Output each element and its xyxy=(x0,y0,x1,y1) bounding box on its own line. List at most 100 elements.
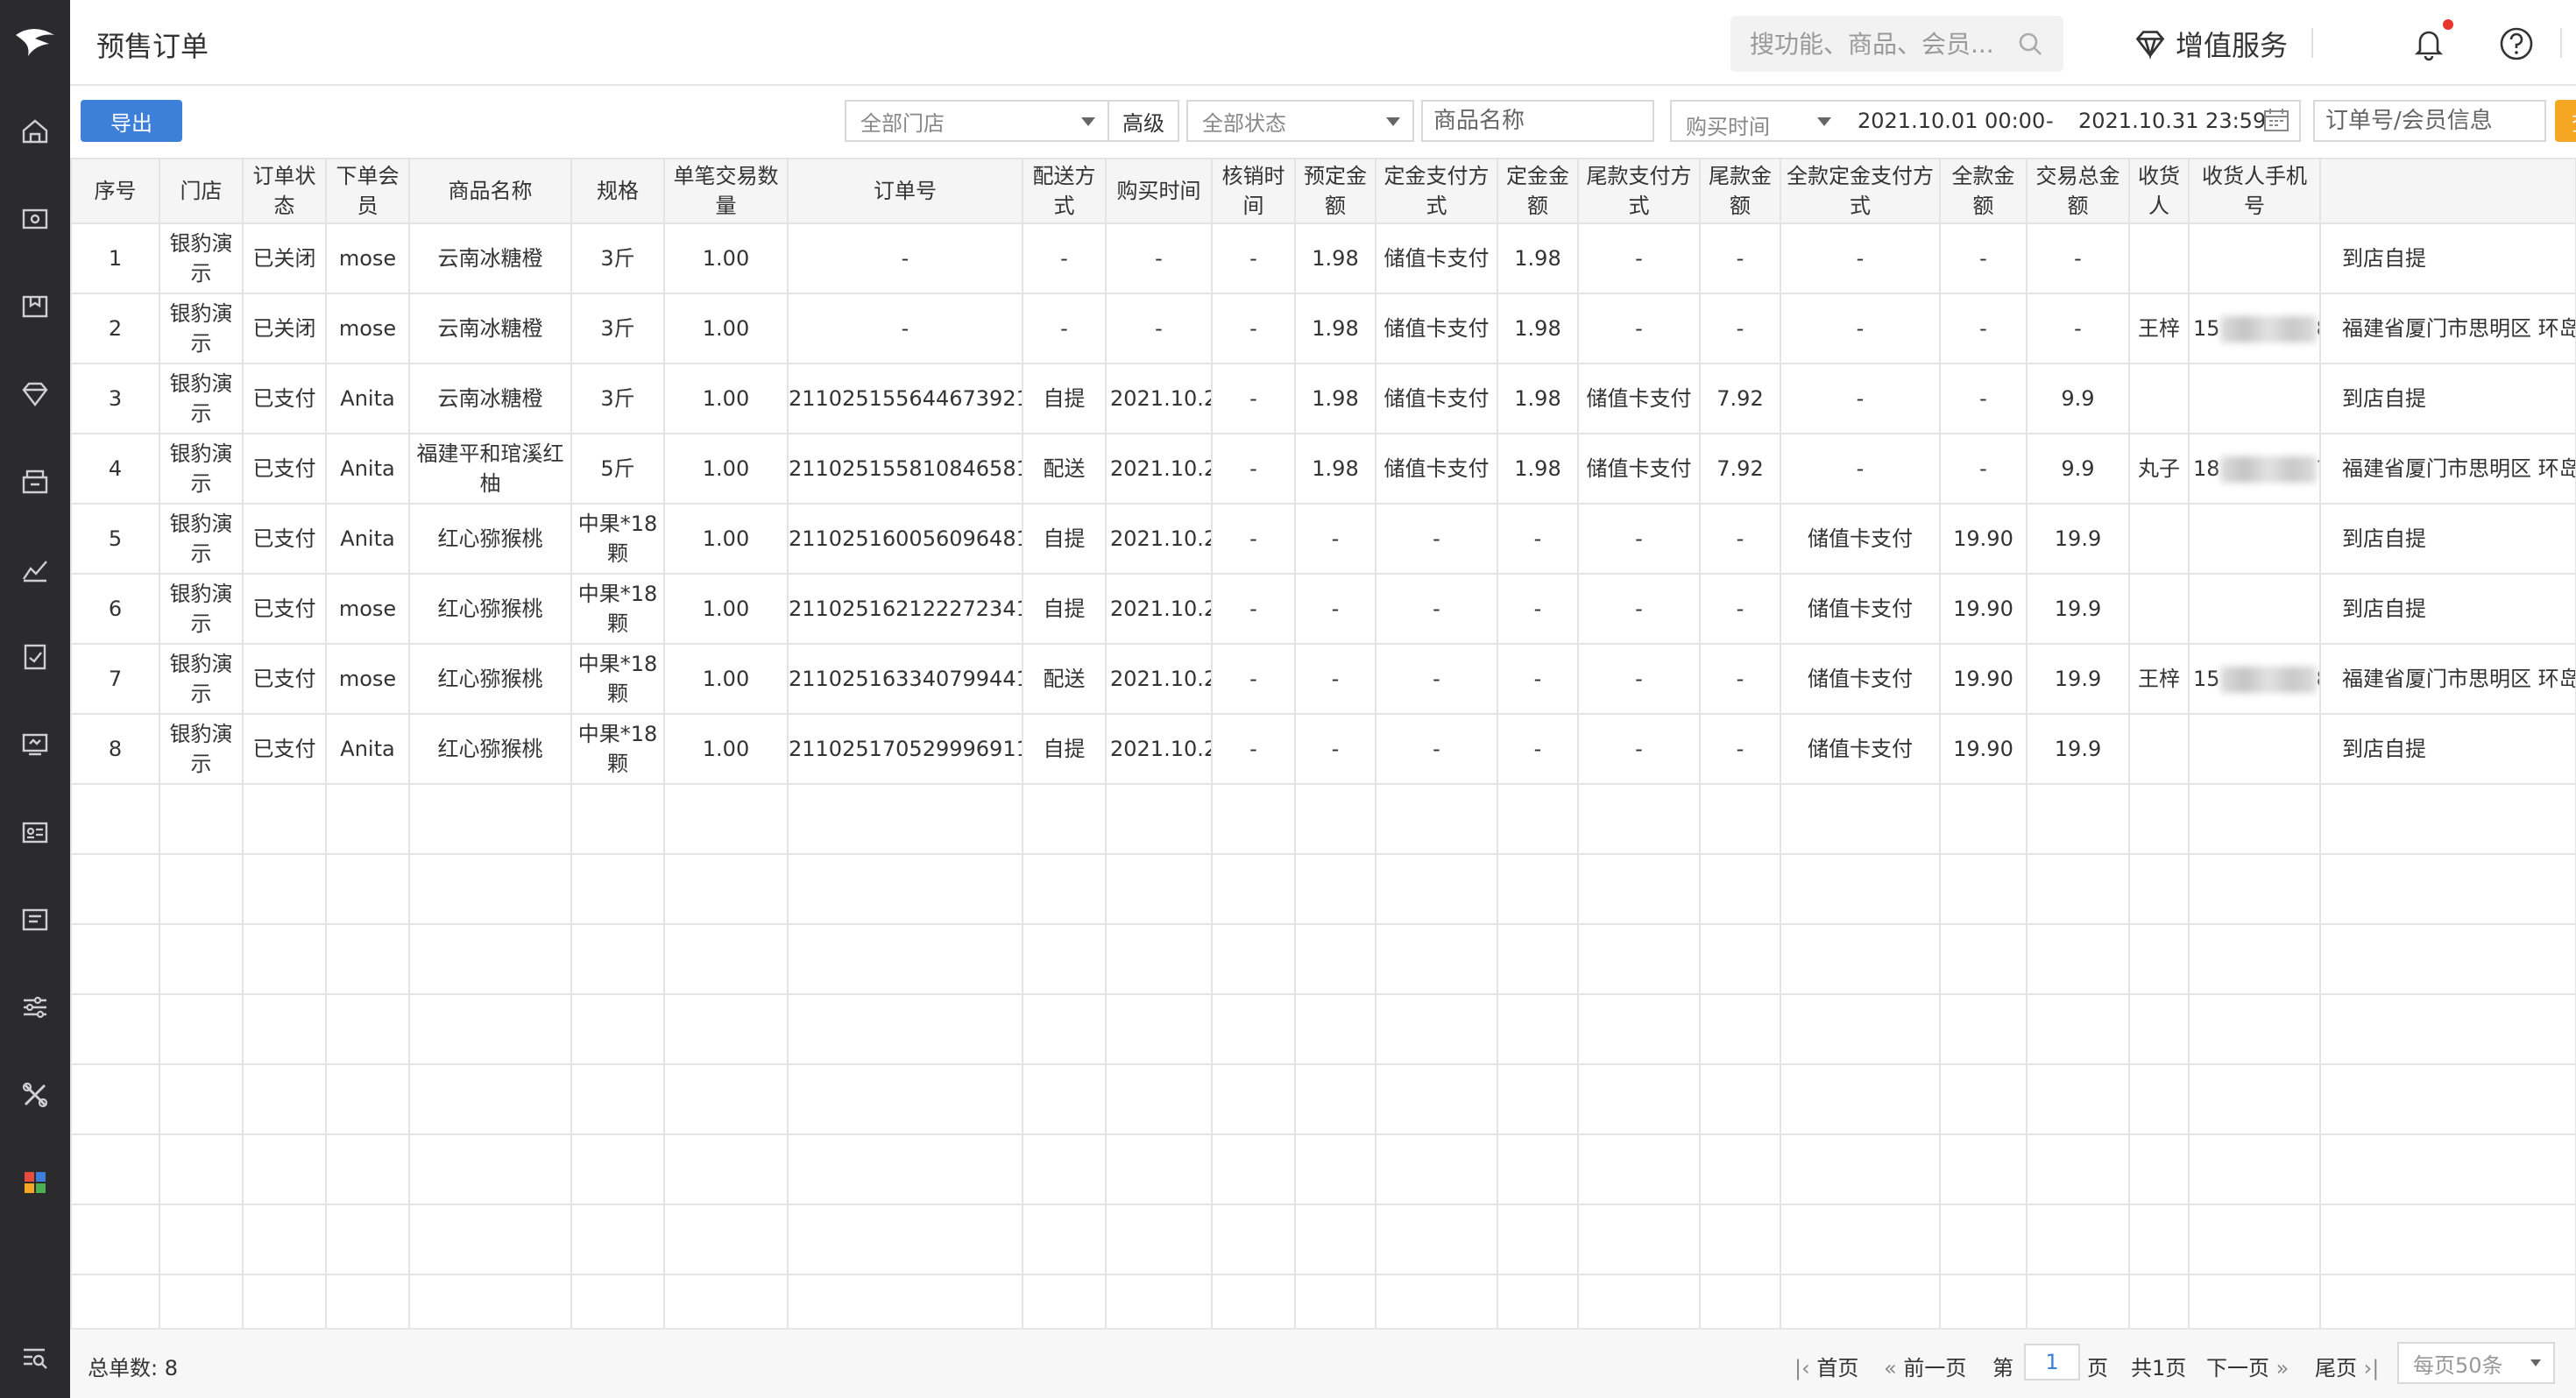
cell-receiver xyxy=(2128,503,2190,575)
last-page-button[interactable]: 尾页 ›| xyxy=(2315,1351,2379,1381)
table-row[interactable]: 8 银豹演示 已支付 Anita 红心猕猴桃 中果*18颗 1.00 211025170529… xyxy=(70,713,2576,785)
cell-order-no: 21102516005609648104 xyxy=(787,503,1023,575)
table-row[interactable]: 4 银豹演示 已支付 Anita 福建平和琯溪红柚 5斤 1.00 2110251558108… xyxy=(70,433,2576,505)
empty-cell xyxy=(787,1133,1023,1205)
cell-deposit-amt: 1.98 xyxy=(1497,433,1579,505)
table-header-row: 序号 门店 订单状态 下单会员 商品名称 规格 单笔交易数量 订单号 配送方式 … xyxy=(70,158,2576,224)
empty-cell xyxy=(408,993,572,1065)
cell-full-pay: 储值卡支付 xyxy=(1780,713,1941,785)
product-name-field[interactable] xyxy=(1421,100,1654,142)
query-button[interactable]: 查询 xyxy=(2555,100,2576,142)
col-header[interactable]: 定金金额 xyxy=(1497,158,1579,224)
prev-page-button[interactable]: « 前一页 xyxy=(1884,1351,1966,1381)
search-icon[interactable] xyxy=(2016,30,2044,58)
help-icon[interactable] xyxy=(2497,25,2536,63)
per-page-select[interactable]: 每页50条 xyxy=(2397,1342,2555,1384)
home-icon[interactable] xyxy=(18,114,53,149)
empty-row xyxy=(70,1204,2576,1275)
report-chart-icon[interactable] xyxy=(18,552,53,587)
tools-icon[interactable] xyxy=(18,1077,53,1112)
time-type-select[interactable]: 购买时间 xyxy=(1686,109,1770,140)
col-header[interactable]: 订单状态 xyxy=(242,158,327,224)
col-header[interactable]: 序号 xyxy=(70,158,160,224)
logo-icon[interactable] xyxy=(9,16,61,68)
date-start[interactable]: 2021.10.01 00:00 xyxy=(1858,109,2045,133)
product-box-icon[interactable] xyxy=(18,289,53,324)
page-suffix: 页 xyxy=(2087,1356,2108,1380)
page-number-input[interactable] xyxy=(2024,1344,2080,1380)
cell-total: - xyxy=(2026,222,2130,294)
total-orders-value: 8 xyxy=(164,1356,179,1380)
global-search-input[interactable] xyxy=(1750,16,2013,72)
col-header[interactable]: 尾款支付方式 xyxy=(1577,158,1701,224)
col-header[interactable]: 尾款金额 xyxy=(1699,158,1781,224)
cell-deposit-pay: - xyxy=(1375,713,1498,785)
cell-phone: 187 xyxy=(2188,433,2321,505)
cell-order-no: 21102517052999691104 xyxy=(787,713,1023,785)
col-header[interactable]: 收货人 xyxy=(2128,158,2190,224)
empty-cell xyxy=(1497,1133,1579,1205)
date-end[interactable]: 2021.10.31 23:59 xyxy=(2078,109,2266,133)
cell-balance-pay: - xyxy=(1577,713,1701,785)
status-select[interactable]: 全部状态 xyxy=(1186,100,1414,142)
apps-grid-icon[interactable] xyxy=(18,1165,53,1200)
table-row[interactable]: 1 银豹演示 已关闭 mose 云南冰糖橙 3斤 1.00- - - -1.98 储值卡支付 1.98… xyxy=(70,222,2576,294)
marketing-icon[interactable] xyxy=(18,902,53,937)
member-card-icon[interactable] xyxy=(18,815,53,850)
col-header[interactable]: 单笔交易数量 xyxy=(663,158,789,224)
empty-cell xyxy=(242,783,327,855)
advanced-button[interactable]: 高级 xyxy=(1108,100,1179,142)
first-page-button[interactable]: |‹ 首页 xyxy=(1794,1351,1858,1381)
table-row[interactable]: 6 银豹演示 已支付 mose 红心猕猴桃 中果*18颗 1.00 2110251621222… xyxy=(70,573,2576,645)
table-row[interactable]: 5 银豹演示 已支付 Anita 红心猕猴桃 中果*18颗 1.00 211025160056… xyxy=(70,503,2576,575)
empty-cell xyxy=(1022,1274,1107,1328)
export-button[interactable]: 导出 xyxy=(81,100,182,142)
empty-cell xyxy=(787,993,1023,1065)
col-header[interactable]: 下单会员 xyxy=(325,158,410,224)
sidebar xyxy=(0,0,70,1398)
col-header[interactable]: 收货人手机号 xyxy=(2188,158,2321,224)
col-header[interactable]: 购买时间 xyxy=(1105,158,1213,224)
col-header[interactable]: 规格 xyxy=(570,158,665,224)
table-row[interactable]: 3 银豹演示 已支付 Anita 云南冰糖橙 3斤 1.00 2110251556446739… xyxy=(70,363,2576,434)
col-header[interactable]: 全款金额 xyxy=(1939,158,2028,224)
product-name-input[interactable] xyxy=(1433,108,1652,134)
header-divider xyxy=(2311,28,2313,58)
cell-member: Anita xyxy=(325,713,410,785)
inventory-icon[interactable] xyxy=(18,464,53,499)
settings-sliders-icon[interactable] xyxy=(18,990,53,1025)
orders-table-container[interactable]: 序号 门店 订单状态 下单会员 商品名称 规格 单笔交易数量 订单号 配送方式 … xyxy=(70,158,2576,1328)
empty-cell xyxy=(2128,853,2190,925)
col-header[interactable]: 订单号 xyxy=(787,158,1023,224)
diamond-icon xyxy=(2135,31,2165,60)
col-header[interactable]: 商品名称 xyxy=(408,158,572,224)
store-select[interactable]: 全部门店 xyxy=(845,100,1109,142)
calendar-icon[interactable] xyxy=(2262,107,2290,133)
table-row[interactable]: 2 银豹演示 已关闭 mose 云南冰糖橙 3斤 1.00- - - -1.98 储值卡支付 1.98… xyxy=(70,293,2576,364)
empty-cell xyxy=(1211,1063,1296,1135)
next-page-button[interactable]: 下一页 » xyxy=(2206,1351,2289,1381)
cell-full-amt: - xyxy=(1939,293,2028,364)
diamond-icon[interactable] xyxy=(18,377,53,412)
col-header[interactable]: 全款定金支付方式 xyxy=(1780,158,1941,224)
order-search-field[interactable] xyxy=(2313,100,2546,142)
col-header[interactable]: 核销时间 xyxy=(1211,158,1296,224)
col-header[interactable]: 交易总金额 xyxy=(2026,158,2130,224)
col-header[interactable]: 门店 xyxy=(159,158,244,224)
global-search[interactable] xyxy=(1730,16,2063,72)
finance-icon[interactable] xyxy=(18,727,53,762)
cashier-icon[interactable] xyxy=(18,201,53,237)
cell-total: 19.9 xyxy=(2026,573,2130,645)
empty-cell xyxy=(1375,993,1498,1065)
order-search-input[interactable] xyxy=(2325,108,2544,134)
value-added-services-button[interactable]: 增值服务 xyxy=(2134,23,2288,65)
order-edit-icon[interactable] xyxy=(18,639,53,674)
empty-cell xyxy=(159,993,244,1065)
search-menu-icon[interactable] xyxy=(18,1340,53,1375)
col-header[interactable]: 配送方式 xyxy=(1022,158,1107,224)
table-row[interactable]: 7 银豹演示 已支付 mose 红心猕猴桃 中果*18颗 1.00 2110251633407… xyxy=(70,643,2576,715)
col-header[interactable]: 预定金额 xyxy=(1294,158,1376,224)
empty-cell xyxy=(1105,1063,1213,1135)
bell-icon[interactable] xyxy=(2410,25,2448,63)
col-header[interactable]: 定金支付方式 xyxy=(1375,158,1498,224)
